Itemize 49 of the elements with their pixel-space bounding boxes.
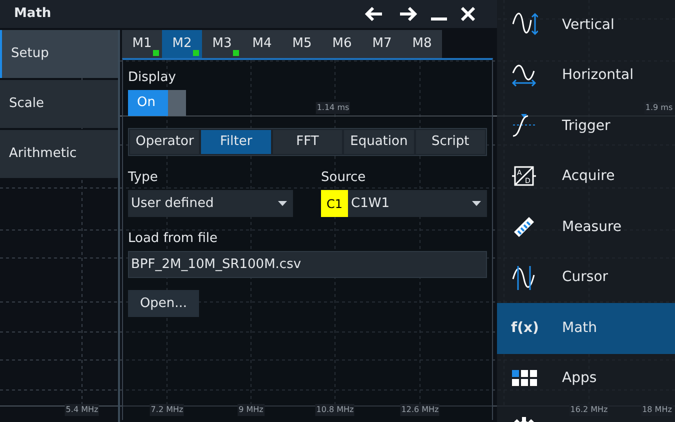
time-axis-label: 1.9 ms (644, 102, 674, 114)
frequency-axis-label: 7.2 MHz (150, 404, 184, 416)
menu-item[interactable]: Apps (497, 354, 675, 404)
frequency-axis-label: 5.4 MHz (64, 404, 100, 416)
back-arrow-icon[interactable] (365, 7, 383, 21)
frequency-axis-label: 12.6 MHz (400, 404, 440, 416)
mode-tab[interactable]: Operator (130, 130, 200, 154)
forward-arrow-icon[interactable] (399, 7, 417, 21)
frequency-axis-label: 16.2 MHz (569, 404, 609, 416)
mode-tab[interactable]: Script (416, 130, 486, 154)
sidebar-item[interactable]: Setup (0, 30, 118, 78)
source-dropdown[interactable]: C1 C1W1 (321, 190, 487, 217)
dropdown-caret-icon (472, 201, 481, 206)
math-tab[interactable]: M6 (322, 30, 362, 58)
math-tab[interactable]: M8 (402, 30, 442, 58)
math-tab[interactable]: M5 (282, 30, 322, 58)
frequency-axis-label: 10.8 MHz (315, 404, 355, 416)
open-button[interactable]: Open... (128, 290, 199, 317)
frequency-axis-label: 18 MHz (641, 404, 673, 416)
menu-item[interactable]: Vertical (497, 0, 675, 50)
function-icon: f(x) (511, 318, 538, 339)
type-label: Type (128, 170, 159, 186)
file-path-field[interactable]: BPF_2M_10M_SR100M.csv (128, 251, 487, 278)
math-tab[interactable]: M7 (362, 30, 402, 58)
window-title: Math (14, 5, 52, 24)
load-from-file-label: Load from file (128, 231, 219, 247)
mode-tab[interactable]: Equation (344, 130, 414, 154)
math-tab[interactable]: M3 (202, 30, 242, 58)
math-tab[interactable]: M1 (122, 30, 162, 58)
menu-item[interactable]: f(x) Math (497, 303, 675, 354)
math-tab[interactable]: M2 (162, 30, 202, 58)
close-icon[interactable] (461, 7, 475, 21)
menu-item[interactable]: Cursor (497, 252, 675, 303)
math-tab[interactable]: M4 (242, 30, 282, 58)
menu-item[interactable]: Measure (497, 202, 675, 252)
trigger-edge-icon (511, 113, 538, 140)
type-dropdown[interactable]: User defined (128, 190, 293, 217)
frequency-axis-label: 9 MHz (238, 404, 264, 416)
dropdown-caret-icon (278, 201, 287, 206)
horizontal-scale-icon (511, 62, 538, 89)
channel-badge: C1 (321, 190, 348, 217)
sidebar-item[interactable]: Scale (0, 80, 118, 128)
menu-item[interactable]: Horizontal (497, 50, 675, 101)
display-label: Display (128, 70, 177, 86)
mode-tab[interactable]: Filter (201, 130, 271, 154)
sidebar-item[interactable]: Arithmetic (0, 130, 118, 178)
source-label: Source (321, 170, 367, 186)
time-axis-label: 1.14 ms (316, 102, 350, 114)
mode-tab[interactable]: FFT (272, 130, 342, 154)
